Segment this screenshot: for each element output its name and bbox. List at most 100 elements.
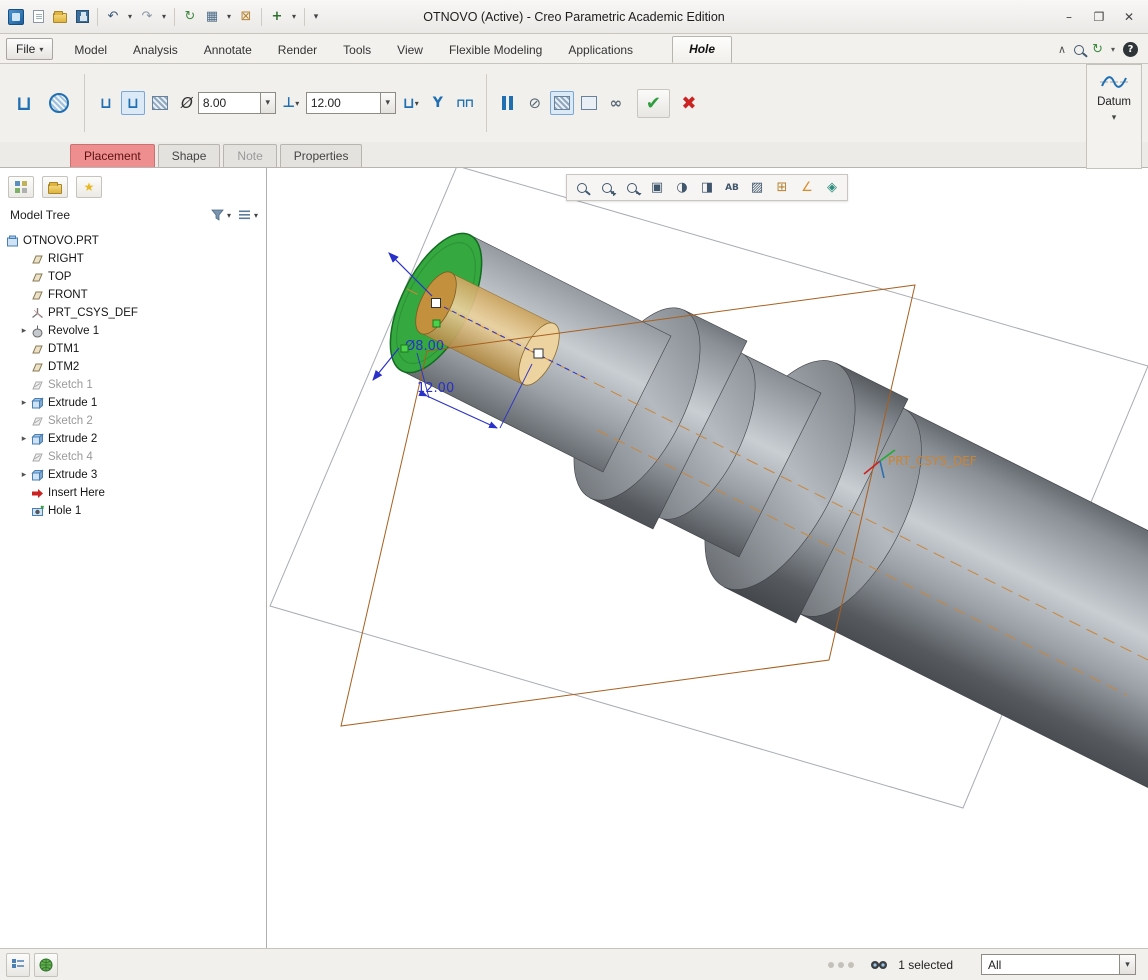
tab-tools[interactable]: Tools — [330, 37, 384, 63]
hole-diameter-input[interactable] — [197, 92, 260, 114]
tree-item-insert-here[interactable]: Insert Here — [0, 484, 266, 502]
find-tool-icon[interactable] — [870, 958, 888, 971]
datum-wave-icon[interactable] — [1100, 73, 1128, 91]
display-style-button[interactable]: ◑ — [670, 177, 694, 199]
depth-drag-handle[interactable] — [533, 348, 544, 359]
diameter-dimension[interactable]: Ø8.00 — [405, 339, 444, 354]
annotation-display-button[interactable]: AB — [720, 177, 744, 199]
open-file-button[interactable] — [50, 7, 70, 27]
help-button[interactable]: ? — [1123, 42, 1138, 57]
undo-button[interactable]: ↶ — [103, 7, 123, 27]
apply-button[interactable]: ✔ — [646, 93, 661, 114]
selection-filter-dropdown-icon[interactable]: ▾ — [1119, 954, 1136, 975]
spin-center-button[interactable]: ∠ — [795, 177, 819, 199]
redo-button[interactable]: ↷ — [137, 7, 157, 27]
windows-button[interactable]: ▦ — [202, 7, 222, 27]
tree-item-sketch-2[interactable]: Sketch 2 — [0, 412, 266, 430]
datum-point-button[interactable]: + — [267, 7, 287, 27]
verify-button[interactable]: ∞ — [604, 91, 628, 115]
close-window-button[interactable]: ⊠ — [236, 7, 256, 27]
zoom-window-button[interactable] — [570, 177, 594, 199]
expand-icon[interactable]: ▸ — [18, 470, 30, 480]
tab-model[interactable]: Model — [61, 37, 120, 63]
tab-shape[interactable]: Shape — [157, 144, 221, 167]
datum-group-caret-icon[interactable]: ▾ — [1112, 113, 1117, 123]
tab-properties[interactable]: Properties — [279, 144, 363, 167]
customize-qat-arrow[interactable]: ▾ — [310, 7, 322, 27]
section-view-button[interactable]: ◨ — [695, 177, 719, 199]
tree-settings-caret-icon[interactable]: ▾ — [254, 211, 258, 220]
tree-item-part[interactable]: OTNOVO.PRT — [0, 232, 266, 250]
toggle-browser-button[interactable] — [34, 952, 58, 977]
standard-profile-button[interactable]: ⊔ — [121, 91, 145, 115]
unattached-preview-button[interactable] — [577, 91, 601, 115]
new-file-button[interactable] — [28, 7, 48, 27]
expand-icon[interactable]: ▸ — [18, 434, 30, 444]
hole-depth-input[interactable] — [305, 92, 380, 114]
save-button[interactable] — [72, 7, 92, 27]
counterbore-button[interactable]: ⊓⊓ — [453, 91, 477, 115]
tab-hole-active[interactable]: Hole — [672, 36, 733, 63]
folder-browser-icon[interactable] — [42, 176, 68, 198]
attached-preview-button[interactable] — [549, 91, 574, 115]
standard-hole-button[interactable] — [43, 80, 75, 126]
tree-item-extrude-1[interactable]: ▸ Extrude 1 — [0, 394, 266, 412]
tree-item-extrude-2[interactable]: ▸ Extrude 2 — [0, 430, 266, 448]
reference-handle-1[interactable] — [400, 344, 409, 353]
depth-dropdown-icon[interactable]: ▾ — [379, 92, 396, 114]
tab-note[interactable]: Note — [223, 144, 277, 167]
corner-dropdown-icon[interactable]: ▾ — [1111, 45, 1115, 54]
tab-applications[interactable]: Applications — [555, 37, 646, 63]
refit-button[interactable]: ▣ — [645, 177, 669, 199]
placement-drag-handle[interactable] — [431, 298, 441, 308]
redo-dropdown[interactable]: ▾ — [159, 7, 169, 27]
tree-item-revolve-1[interactable]: ▸ Revolve 1 — [0, 322, 266, 340]
tree-item-sketch-1[interactable]: Sketch 1 — [0, 376, 266, 394]
pause-button[interactable] — [496, 91, 520, 115]
tree-item-top[interactable]: TOP — [0, 268, 266, 286]
view-manager-button[interactable]: ◈ — [820, 177, 844, 199]
sketched-profile-button[interactable] — [148, 91, 172, 115]
tree-item-dtm2[interactable]: DTM2 — [0, 358, 266, 376]
tree-item-front[interactable]: FRONT — [0, 286, 266, 304]
tab-render[interactable]: Render — [265, 37, 330, 63]
expand-icon[interactable]: ▸ — [18, 398, 30, 408]
expand-icon[interactable]: ▸ — [18, 326, 30, 336]
windows-dropdown[interactable]: ▾ — [224, 7, 234, 27]
tree-item-extrude-3[interactable]: ▸ Extrude 3 — [0, 466, 266, 484]
minimize-button[interactable]: – — [1056, 7, 1082, 27]
tab-annotate[interactable]: Annotate — [191, 37, 265, 63]
tree-item-dtm1[interactable]: DTM1 — [0, 340, 266, 358]
tree-item-csys[interactable]: PRT_CSYS_DEF — [0, 304, 266, 322]
tree-item-right[interactable]: RIGHT — [0, 250, 266, 268]
diameter-dropdown-icon[interactable]: ▾ — [259, 92, 276, 114]
tree-filter-caret-icon[interactable]: ▾ — [227, 211, 231, 220]
regenerate-button[interactable]: ↻ — [180, 7, 200, 27]
collapse-ribbon-icon[interactable]: ∧ — [1058, 43, 1066, 56]
zoom-in-button[interactable]: + — [595, 177, 619, 199]
selection-filter-value[interactable]: All — [981, 954, 1119, 975]
appearance-gallery-button[interactable]: ▨ — [745, 177, 769, 199]
sync-icon[interactable]: ↻ — [1092, 42, 1103, 57]
graphics-viewport[interactable]: + − ▣ ◑ ◨ AB ▨ ⊞ ∠ ◈ PRT_CSYS_DEF Ø8.00 … — [267, 168, 1148, 948]
file-menu-button[interactable]: File ▾ — [6, 38, 54, 60]
depth-option-button[interactable]: ⊔ ▾ — [399, 91, 423, 115]
tree-filter-icon[interactable] — [211, 209, 224, 221]
command-search-icon[interactable] — [1074, 44, 1085, 55]
straight-profile-button[interactable]: ⊔ — [94, 91, 118, 115]
favorites-icon[interactable]: ★ — [76, 176, 102, 198]
zoom-out-button[interactable]: − — [620, 177, 644, 199]
datum-dropdown[interactable]: ▾ — [289, 7, 299, 27]
depth-dimension[interactable]: 12.00 — [417, 381, 454, 396]
3d-scene[interactable]: PRT_CSYS_DEF Ø8.00 12.00 — [267, 168, 1148, 948]
reference-handle-2[interactable] — [432, 319, 441, 328]
depth-direction-button[interactable]: ⊥ ▾ — [279, 91, 303, 115]
tree-settings-icon[interactable] — [238, 209, 251, 221]
tab-flexible-modeling[interactable]: Flexible Modeling — [436, 37, 555, 63]
toggle-model-tree-button[interactable] — [6, 952, 30, 977]
maximize-button[interactable]: ❐ — [1086, 7, 1112, 27]
tree-item-sketch-4[interactable]: Sketch 4 — [0, 448, 266, 466]
simple-hole-button[interactable]: ⊔ — [8, 80, 40, 126]
tapered-hole-button[interactable]: Y — [426, 91, 450, 115]
cancel-feature-button[interactable]: ✖ — [677, 91, 701, 115]
